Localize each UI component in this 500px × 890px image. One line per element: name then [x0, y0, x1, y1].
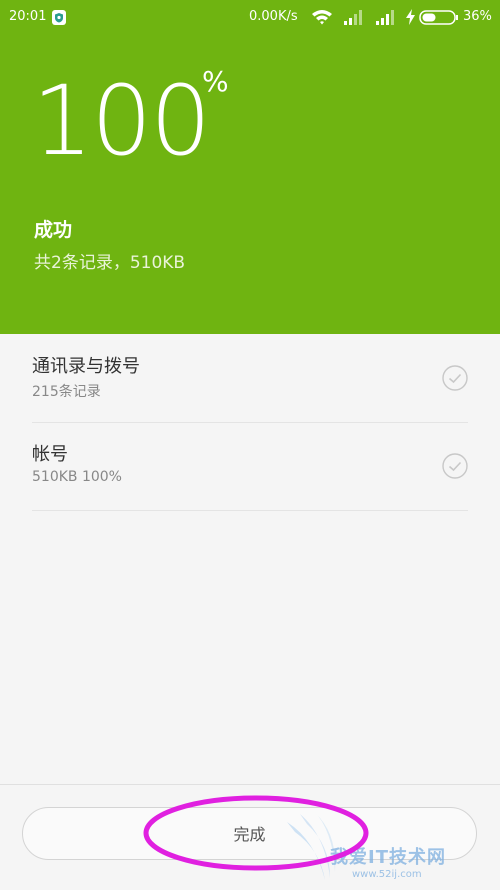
progress-unit: % [202, 65, 229, 98]
signal-icon [376, 10, 394, 25]
status-bar: 20:01 0.00K/s 36% [0, 0, 500, 36]
check-circle-icon [442, 453, 468, 479]
bottom-bar: 完成 [0, 784, 500, 890]
progress-value: 100 [32, 65, 211, 177]
list-item-contacts[interactable]: 通讯录与拨号 215条记录 [32, 334, 468, 423]
network-speed: 0.00K/s [249, 9, 298, 24]
wifi-icon [312, 10, 332, 25]
item-subtitle: 510KB 100% [32, 469, 122, 485]
battery-percent: 36% [463, 9, 492, 24]
status-time: 20:01 [9, 9, 47, 24]
watermark-text: 我爱IT技术网 [330, 847, 446, 868]
summary-text: 共2条记录，510KB [34, 253, 186, 273]
watermark-url: www.52ij.com [352, 869, 422, 880]
check-circle-icon [442, 365, 468, 391]
list-item-account[interactable]: 帐号 510KB 100% [32, 422, 468, 511]
item-subtitle: 215条记录 [32, 384, 101, 400]
status-title: 成功 [34, 219, 73, 241]
signal-icon [344, 10, 362, 25]
shield-icon [52, 10, 66, 25]
battery-icon [419, 10, 458, 25]
charging-icon [406, 9, 415, 25]
item-title: 帐号 [32, 444, 68, 465]
item-title: 通讯录与拨号 [32, 356, 140, 377]
result-header: 20:01 0.00K/s 36% 100 % 成功 共2条记录，510KB [0, 0, 500, 334]
